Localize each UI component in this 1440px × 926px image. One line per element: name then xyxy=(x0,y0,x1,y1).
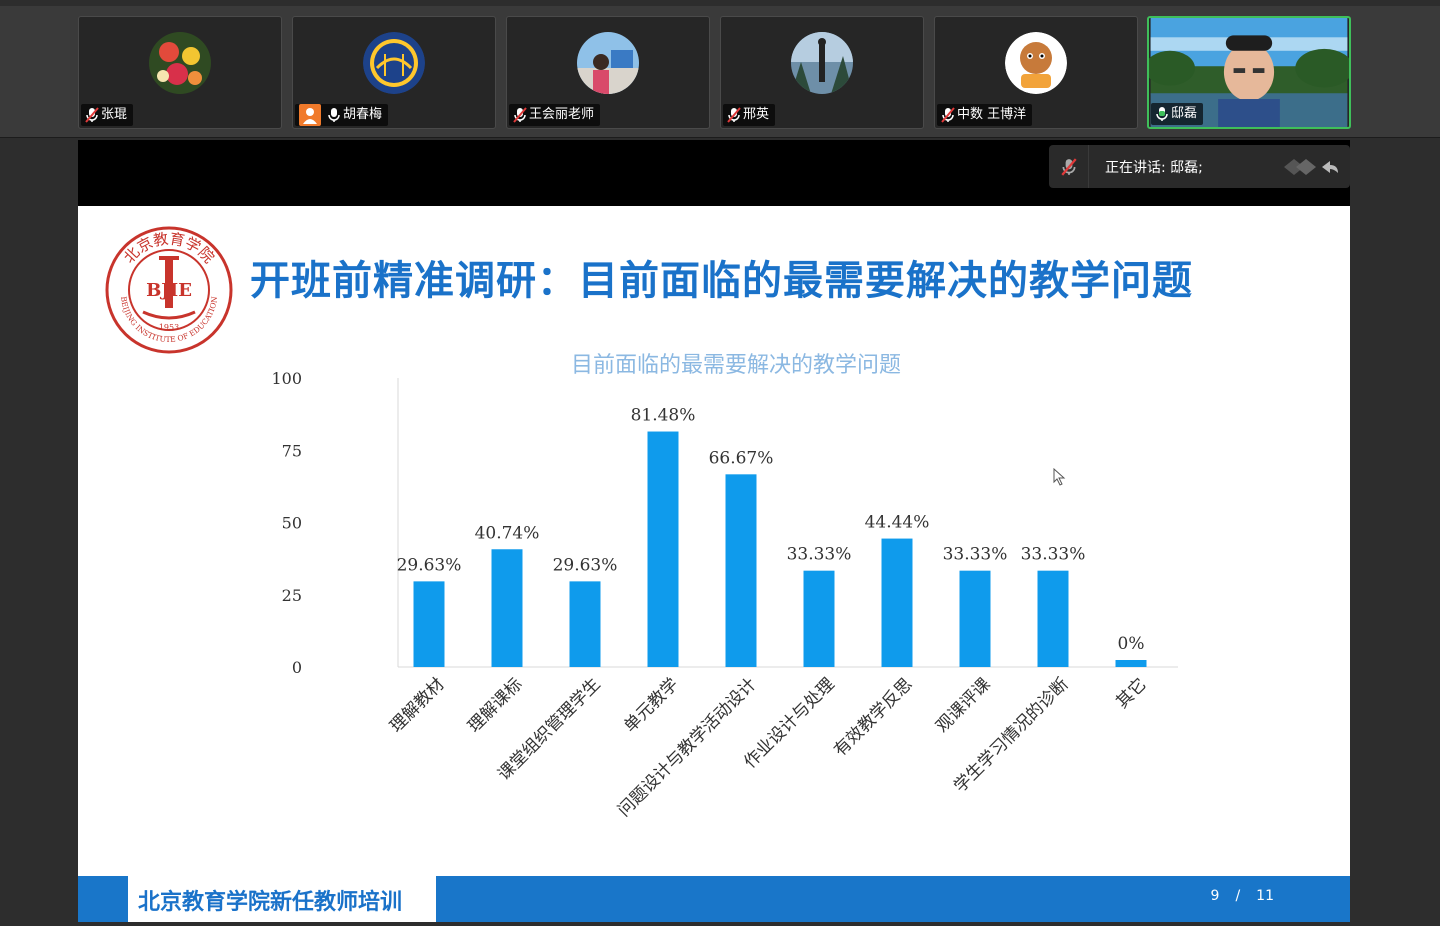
participant-name-tag: 胡春梅 xyxy=(295,104,389,126)
bar xyxy=(725,474,757,667)
mic-icon xyxy=(327,107,341,123)
participant-tile-6[interactable]: 邸磊 xyxy=(1147,16,1351,129)
bar xyxy=(569,581,601,667)
mic-active-icon xyxy=(1155,106,1169,122)
participant-tile-2[interactable]: 胡春梅 xyxy=(292,16,496,129)
collapse-arrow-icon[interactable] xyxy=(1282,157,1340,181)
bar xyxy=(881,538,913,667)
y-tick-label: 75 xyxy=(282,441,302,460)
participant-name-tag: 王会丽老师 xyxy=(509,104,601,126)
bar-chart: 目前面临的最需要解决的教学问题 0 25 50 75 100 29.63% 40.74% 2… xyxy=(271,353,1178,821)
avatar xyxy=(791,32,853,94)
participant-name-tag: 张琨 xyxy=(81,104,134,126)
data-label: 29.63% xyxy=(553,555,618,575)
participant-name: 王会丽老师 xyxy=(529,107,595,122)
data-label: 29.63% xyxy=(397,555,462,575)
raise-hand-icon xyxy=(299,104,321,126)
participant-tile-4[interactable]: 邢英 xyxy=(720,16,924,129)
mic-muted-icon xyxy=(1049,145,1089,188)
participant-name-tag: 中数 王博洋 xyxy=(937,104,1033,126)
bar xyxy=(491,549,523,667)
institute-logo: 北京教育学院 BEIJING INSTITUTE OF EDUCATION BJ… xyxy=(105,226,233,354)
mic-muted-icon xyxy=(727,107,741,123)
bar xyxy=(647,431,679,667)
participant-name: 张琨 xyxy=(101,107,128,122)
participant-name-tag: 邸磊 xyxy=(1151,103,1204,125)
data-label: 44.44% xyxy=(865,513,930,533)
footer-title: 北京教育学院新任教师培训 xyxy=(138,890,403,915)
bar xyxy=(1037,570,1069,667)
logo-center-text: BJIE xyxy=(146,280,192,301)
participant-name: 胡春梅 xyxy=(343,107,383,122)
y-tick-label: 100 xyxy=(271,369,302,388)
right-margin xyxy=(1350,138,1440,926)
avatar xyxy=(577,32,639,94)
bar xyxy=(803,570,835,667)
mic-muted-icon xyxy=(85,107,99,123)
page-indicator: 9 / 11 xyxy=(1211,888,1274,904)
participant-name: 中数 王博洋 xyxy=(957,107,1027,122)
data-label: 33.33% xyxy=(787,545,852,565)
x-category-label: 问题设计与教学活动设计 xyxy=(614,674,760,820)
participant-name-tag: 邢英 xyxy=(723,104,776,126)
avatar xyxy=(149,32,211,94)
page-current: 9 xyxy=(1210,888,1220,904)
mic-muted-icon xyxy=(513,107,527,123)
data-label: 0% xyxy=(1118,634,1145,654)
bar xyxy=(1115,660,1147,667)
participant-tile-5[interactable]: 中数 王博洋 xyxy=(934,16,1138,129)
data-label: 81.48% xyxy=(631,406,696,426)
mic-muted-icon xyxy=(941,107,955,123)
bar xyxy=(413,581,445,667)
x-category-label: 单元教学 xyxy=(620,674,682,736)
x-category-label: 理解课标 xyxy=(464,674,526,736)
speaking-indicator: 正在讲话: 邸磊; xyxy=(1049,145,1350,188)
x-category-label: 有效教学反思 xyxy=(830,674,916,760)
speaking-label: 正在讲话: 邸磊; xyxy=(1105,159,1203,176)
participant-tile-1[interactable]: 张琨 xyxy=(78,16,282,129)
shared-slide: 北京教育学院 BEIJING INSTITUTE OF EDUCATION BJ… xyxy=(78,206,1350,922)
participant-strip: 张琨 胡春梅 王会丽老师 邢英 中数 王博洋 邸磊 xyxy=(0,6,1440,138)
y-tick-label: 0 xyxy=(292,658,302,677)
x-category-label: 理解教材 xyxy=(386,674,448,736)
page-total: 11 xyxy=(1256,888,1274,904)
participant-tile-3[interactable]: 王会丽老师 xyxy=(506,16,710,129)
left-margin xyxy=(0,138,78,926)
participant-name: 邸磊 xyxy=(1171,106,1198,121)
mouse-cursor-icon xyxy=(1053,468,1066,486)
data-label: 33.33% xyxy=(943,545,1008,565)
page-separator: / xyxy=(1235,888,1241,904)
y-tick-label: 50 xyxy=(282,514,302,533)
logo-year: 1953 xyxy=(159,323,179,332)
meeting-window: 张琨 胡春梅 王会丽老师 邢英 中数 王博洋 邸磊 正在讲话: 邸磊; 北京教育… xyxy=(0,0,1440,926)
data-label: 66.67% xyxy=(709,448,774,468)
participant-name: 邢英 xyxy=(743,107,770,122)
avatar xyxy=(363,32,425,94)
y-tick-label: 25 xyxy=(282,586,302,605)
x-category-label: 观课评课 xyxy=(932,674,994,736)
data-label: 40.74% xyxy=(475,523,540,543)
bar xyxy=(959,570,991,667)
data-label: 33.33% xyxy=(1021,545,1086,565)
slide-title: 开班前精准调研：目前面临的最需要解决的教学问题 xyxy=(250,258,1193,304)
avatar xyxy=(1005,32,1067,94)
chart-title: 目前面临的最需要解决的教学问题 xyxy=(571,353,901,378)
x-category-label: 其它 xyxy=(1112,674,1150,712)
